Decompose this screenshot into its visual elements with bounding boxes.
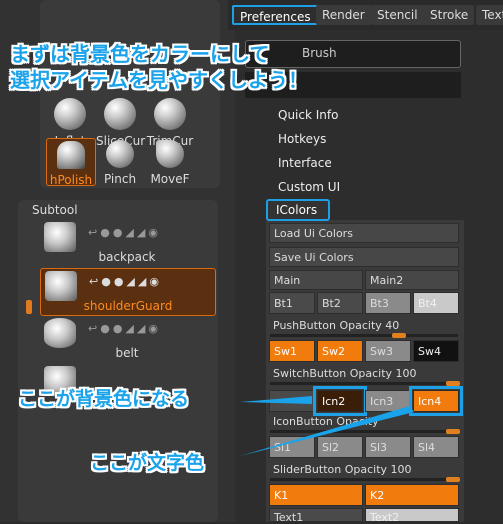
arrow-to-icn4-icon xyxy=(240,406,414,456)
annotation-arrows xyxy=(240,396,414,456)
arrow-to-icn2-icon xyxy=(240,396,312,404)
